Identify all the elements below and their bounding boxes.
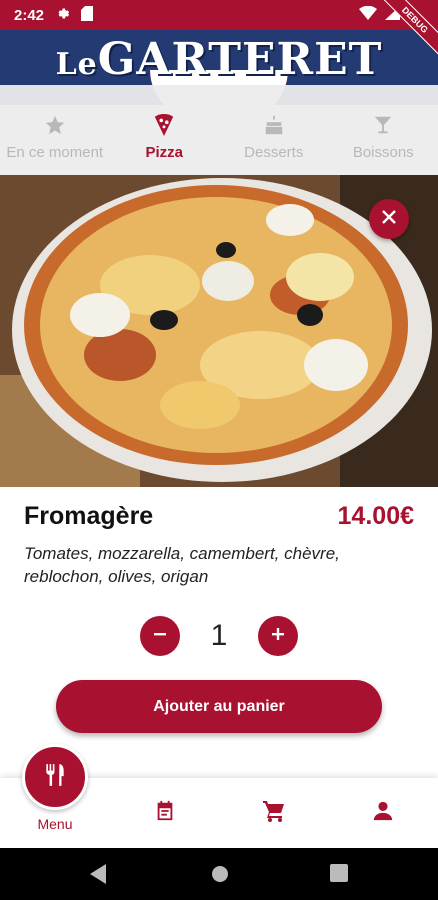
recents-icon[interactable] [330, 864, 348, 887]
cake-icon [263, 112, 285, 138]
pizza-icon [153, 112, 175, 138]
debug-banner: DEBUG [378, 0, 438, 60]
tab-boissons[interactable]: Boissons [333, 112, 433, 161]
restaurant-logo: LeGARTERET [55, 34, 383, 85]
status-bar: 2:42 [0, 0, 438, 30]
sd-card-icon [81, 5, 94, 25]
cocktail-icon [372, 112, 394, 138]
nav-menu[interactable]: Menu [20, 744, 90, 848]
nav-orders[interactable] [145, 778, 185, 848]
restaurant-icon [42, 762, 68, 793]
quantity-value: 1 [210, 619, 228, 652]
bottom-navigation: Menu [0, 744, 438, 848]
nav-cart[interactable] [254, 778, 294, 848]
close-button[interactable] [369, 199, 409, 239]
close-icon [381, 209, 397, 230]
minus-icon [152, 626, 168, 647]
add-to-cart-button[interactable]: Ajouter au panier [56, 680, 382, 733]
plus-icon [270, 626, 286, 647]
status-time: 2:42 [14, 6, 45, 24]
nav-menu-label: Menu [37, 816, 73, 832]
tab-en-ce-moment[interactable]: En ce moment [5, 112, 105, 161]
product-name: Fromagère [24, 502, 154, 530]
increase-quantity-button[interactable] [258, 616, 298, 656]
account-icon [372, 800, 394, 827]
product-description: Tomates, mozzarella, camembert, chèvre, … [24, 544, 340, 586]
decrease-quantity-button[interactable] [140, 616, 180, 656]
tab-desserts[interactable]: Desserts [224, 112, 324, 161]
orders-icon [154, 800, 176, 827]
quantity-stepper: 1 [0, 616, 438, 656]
cart-icon [262, 799, 286, 828]
star-icon [44, 112, 66, 138]
home-icon[interactable] [210, 864, 230, 889]
product-price: 14.00€ [337, 502, 414, 530]
tab-pizza[interactable]: Pizza [114, 112, 214, 161]
settings-icon [56, 6, 71, 25]
category-tabs: En ce moment Pizza Desserts Boissons [0, 85, 438, 175]
system-navigation-bar [0, 848, 438, 900]
back-icon[interactable] [90, 864, 108, 889]
wifi-icon [359, 5, 377, 24]
nav-account[interactable] [363, 778, 403, 848]
menu-fab [22, 744, 88, 810]
